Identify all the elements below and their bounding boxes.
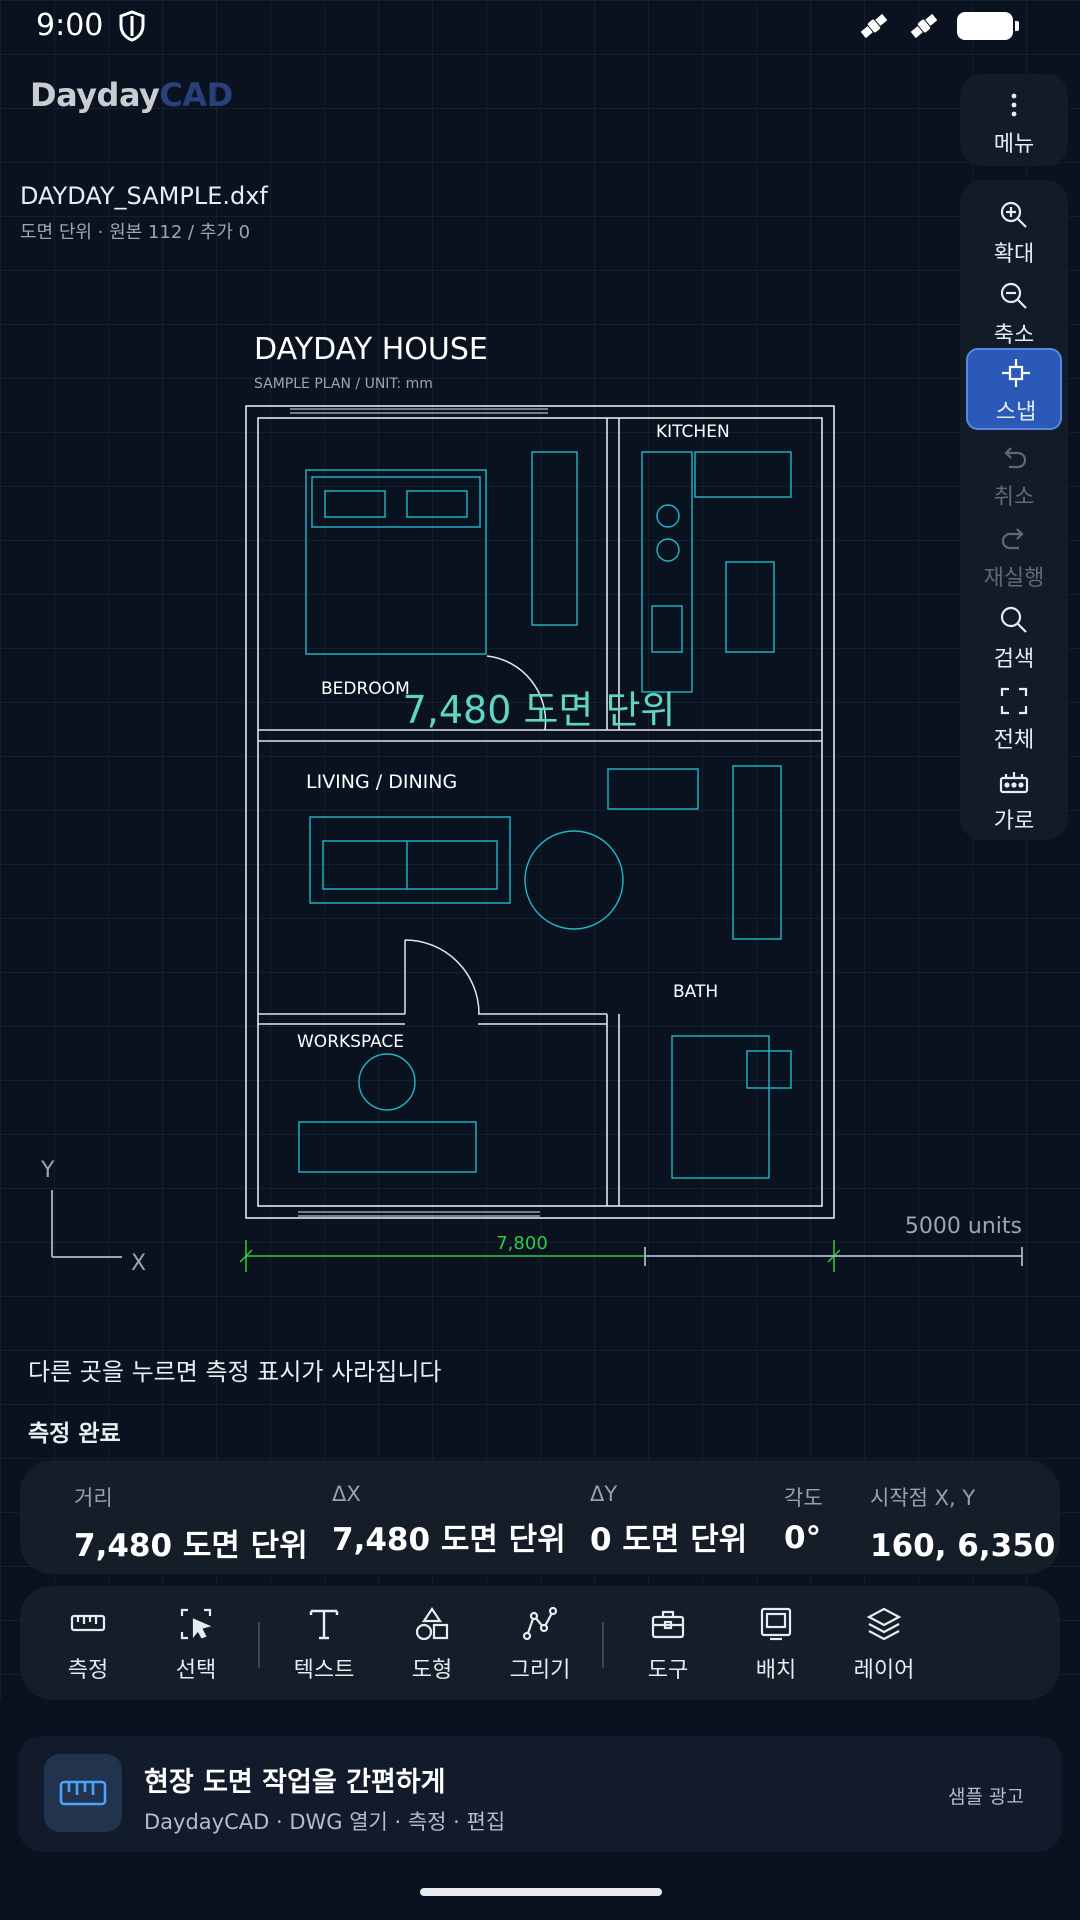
more-vertical-icon bbox=[1011, 93, 1017, 117]
measure-distance: 거리 7,480 도면 단위 bbox=[74, 1486, 308, 1564]
ad-banner[interactable]: 현장 도면 작업을 간편하게 DaydayCAD · DWG 열기 · 측정 ·… bbox=[18, 1736, 1062, 1852]
layers-icon bbox=[866, 1607, 902, 1641]
room-label-kitchen: KITCHEN bbox=[656, 422, 730, 442]
tool-select[interactable]: 선택 bbox=[150, 1598, 242, 1690]
ad-subtitle: DaydayCAD · DWG 열기 · 측정 · 편집 bbox=[144, 1810, 506, 1834]
tool-text-label: 텍스트 bbox=[293, 1658, 355, 1683]
landscape-label: 가로 bbox=[993, 809, 1035, 834]
plan-title: DAYDAY HOUSE bbox=[254, 332, 488, 367]
tool-layer[interactable]: 레이어 bbox=[838, 1598, 930, 1690]
tool-toolbox[interactable]: 도구 bbox=[622, 1598, 714, 1690]
measure-delta-x: ΔX 7,480 도면 단위 bbox=[332, 1482, 566, 1558]
dimension-line: 7,800 bbox=[239, 1233, 841, 1272]
search-label: 검색 bbox=[993, 647, 1035, 672]
axis-y-label: Y bbox=[40, 1158, 55, 1183]
landscape-rotate-icon bbox=[999, 772, 1029, 794]
undo-button[interactable]: 취소 bbox=[966, 435, 1062, 513]
zoom-in-icon bbox=[1000, 201, 1027, 228]
cad-drawing[interactable]: KITCHEN BEDROOM LIVING / DINING BATH WOR… bbox=[0, 0, 1080, 1320]
snap-crosshair-icon bbox=[1002, 359, 1030, 387]
ad-icon bbox=[44, 1754, 122, 1832]
toolbar-divider bbox=[602, 1622, 604, 1668]
shapes-icon bbox=[415, 1607, 449, 1641]
ad-title: 현장 도면 작업을 간편하게 bbox=[144, 1767, 446, 1798]
zoom-in-button[interactable]: 확대 bbox=[966, 192, 1062, 270]
room-label-bedroom: BEDROOM bbox=[321, 679, 410, 699]
furniture bbox=[298, 451, 792, 1179]
room-label-bath: BATH bbox=[673, 982, 718, 1002]
fit-all-label: 전체 bbox=[993, 728, 1035, 753]
tool-shape[interactable]: 도형 bbox=[386, 1598, 478, 1690]
measure-angle: 각도 0° bbox=[784, 1486, 823, 1556]
dismiss-hint: 다른 곳을 누르면 측정 표시가 사라집니다 bbox=[28, 1358, 442, 1386]
tool-draw[interactable]: 그리기 bbox=[494, 1598, 586, 1690]
tool-toolbox-label: 도구 bbox=[647, 1658, 689, 1683]
undo-icon bbox=[1004, 447, 1027, 469]
tool-select-label: 선택 bbox=[175, 1658, 217, 1683]
search-icon bbox=[1000, 606, 1027, 633]
ad-label: 샘플 광고 bbox=[948, 1786, 1024, 1808]
home-indicator[interactable] bbox=[420, 1888, 662, 1896]
redo-button[interactable]: 재실행 bbox=[966, 516, 1062, 594]
toolbar-divider bbox=[258, 1622, 260, 1668]
tool-layer-label: 레이어 bbox=[853, 1658, 915, 1683]
menu-button-inner[interactable]: 메뉴 bbox=[966, 82, 1062, 160]
tool-layout[interactable]: 배치 bbox=[730, 1598, 822, 1690]
measure-complete-title: 측정 완료 bbox=[28, 1421, 121, 1447]
side-toolbar: 확대 축소 스냅 취소 재실행 검색 전체 가로 bbox=[960, 180, 1068, 840]
tool-text[interactable]: 텍스트 bbox=[278, 1598, 370, 1690]
walls bbox=[245, 405, 835, 1219]
tool-measure-label: 측정 bbox=[67, 1658, 109, 1683]
menu-button[interactable]: 메뉴 bbox=[960, 74, 1068, 166]
room-label-living: LIVING / DINING bbox=[306, 771, 457, 793]
redo-icon bbox=[1001, 528, 1024, 550]
measure-overlay-label: 7,480 도면 단위 bbox=[403, 688, 676, 732]
measure-start-point: 시작점 X, Y160, 6,350 도 bbox=[870, 1486, 1060, 1564]
measure-delta-y: ΔY 0 도면 단위 bbox=[590, 1482, 748, 1558]
redo-label: 재실행 bbox=[983, 566, 1045, 591]
text-icon bbox=[309, 1609, 339, 1640]
menu-label: 메뉴 bbox=[993, 132, 1035, 157]
zoom-in-label: 확대 bbox=[993, 242, 1035, 267]
measure-result-card: 거리 7,480 도면 단위 ΔX 7,480 도면 단위 ΔY 0 도면 단위 각도… bbox=[20, 1460, 1060, 1574]
tool-shape-label: 도형 bbox=[411, 1658, 453, 1683]
zoom-out-button[interactable]: 축소 bbox=[966, 273, 1062, 351]
axis-x-label: X bbox=[131, 1251, 146, 1276]
landscape-button[interactable]: 가로 bbox=[966, 759, 1062, 837]
dimension-value: 7,800 bbox=[496, 1233, 548, 1254]
tool-draw-label: 그리기 bbox=[509, 1658, 571, 1683]
zoom-out-icon bbox=[1000, 282, 1027, 309]
toolbox-icon bbox=[651, 1610, 685, 1639]
tool-layout-label: 배치 bbox=[755, 1658, 797, 1683]
fullscreen-icon bbox=[1000, 687, 1028, 715]
snap-label: 스냅 bbox=[995, 400, 1037, 425]
zoom-out-label: 축소 bbox=[993, 323, 1035, 348]
room-label-workspace: WORKSPACE bbox=[297, 1032, 404, 1052]
snap-button[interactable]: 스냅 bbox=[966, 348, 1062, 430]
fit-all-button[interactable]: 전체 bbox=[966, 678, 1062, 756]
undo-label: 취소 bbox=[993, 485, 1035, 510]
bottom-toolbar: 측정 선택 텍스트 도형 그리기 도구 배치 레이어 bbox=[20, 1586, 1060, 1700]
scale-label: 5000 units bbox=[905, 1214, 1022, 1239]
layout-monitor-icon bbox=[760, 1607, 792, 1641]
plan-subtitle: SAMPLE PLAN / UNIT: mm bbox=[254, 376, 433, 392]
tool-measure[interactable]: 측정 bbox=[42, 1598, 134, 1690]
ruler-icon bbox=[59, 1780, 107, 1806]
polyline-draw-icon bbox=[522, 1606, 558, 1641]
ruler-icon bbox=[70, 1614, 106, 1632]
search-button[interactable]: 검색 bbox=[966, 597, 1062, 675]
select-cursor-icon bbox=[180, 1608, 212, 1640]
axis-indicator: Y X bbox=[40, 1158, 146, 1276]
